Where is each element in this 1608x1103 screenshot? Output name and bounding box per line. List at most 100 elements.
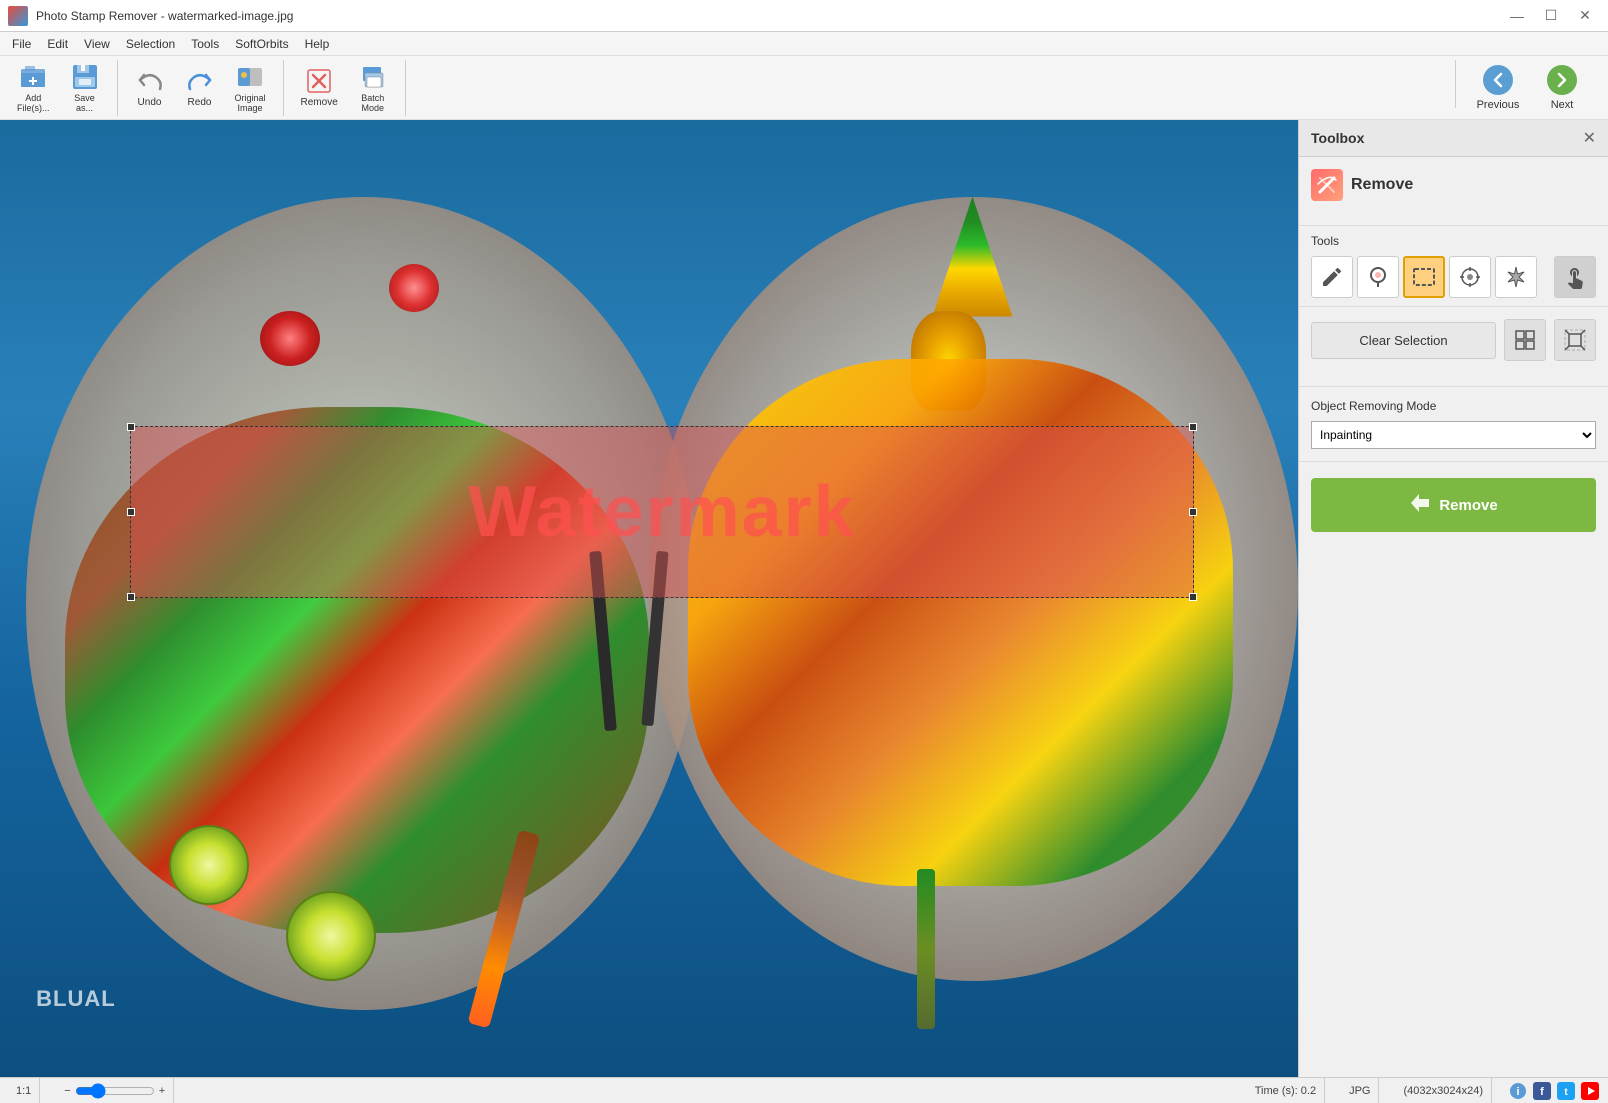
remove-tools-group: Remove BatchMode bbox=[292, 60, 406, 116]
canvas-area[interactable]: Watermark BLUAL bbox=[0, 120, 1298, 1077]
watermark-selection[interactable]: Watermark bbox=[130, 426, 1194, 598]
remove-section-icon bbox=[1311, 169, 1343, 201]
toolbox-panel: Toolbox ✕ Remove Tools bbox=[1298, 120, 1608, 1077]
food-image: Watermark BLUAL bbox=[0, 120, 1298, 1077]
previous-icon bbox=[1483, 65, 1513, 95]
facebook-button[interactable]: f bbox=[1532, 1081, 1552, 1101]
remove-toolbar-button[interactable]: Remove bbox=[292, 60, 347, 116]
original-image-icon bbox=[236, 63, 264, 91]
original-image-button[interactable]: OriginalImage bbox=[226, 60, 275, 116]
menu-view[interactable]: View bbox=[76, 32, 118, 55]
watermark-text: Watermark bbox=[468, 471, 856, 553]
dimensions-display: (4032x3024x24) bbox=[1395, 1078, 1492, 1103]
remove-action-label: Remove bbox=[1439, 497, 1497, 514]
status-icons: i f t bbox=[1508, 1081, 1600, 1101]
menu-tools[interactable]: Tools bbox=[183, 32, 227, 55]
window-title: Photo Stamp Remover - watermarked-image.… bbox=[36, 9, 1494, 23]
selection-handle-tr[interactable] bbox=[1189, 423, 1197, 431]
time-display: Time (s): 0.2 bbox=[1247, 1078, 1325, 1103]
toolbox-title: Toolbox bbox=[1311, 130, 1364, 146]
time-label: Time (s): 0.2 bbox=[1255, 1085, 1316, 1097]
brush-tool-button[interactable] bbox=[1357, 256, 1399, 298]
selection-handle-bl[interactable] bbox=[127, 593, 135, 601]
menu-bar: File Edit View Selection Tools SoftOrbit… bbox=[0, 32, 1608, 56]
file-tools-group: AddFile(s)... Saveas... bbox=[8, 60, 118, 116]
remove-btn-section: Remove bbox=[1299, 462, 1608, 548]
info-button[interactable]: i bbox=[1508, 1081, 1528, 1101]
remove-icon bbox=[305, 67, 333, 95]
tools-section-label: Tools bbox=[1311, 234, 1596, 248]
selection-area: Clear Selection bbox=[1299, 307, 1608, 387]
title-bar: Photo Stamp Remover - watermarked-image.… bbox=[0, 0, 1608, 32]
tools-grid bbox=[1311, 256, 1596, 298]
twitter-button[interactable]: t bbox=[1556, 1081, 1576, 1101]
remove-toolbar-label: Remove bbox=[301, 97, 338, 108]
zoom-minus-icon[interactable]: − bbox=[64, 1085, 70, 1097]
selection-handle-ml[interactable] bbox=[127, 508, 135, 516]
undo-button[interactable]: Undo bbox=[126, 60, 174, 116]
redo-label: Redo bbox=[188, 97, 212, 108]
remove-action-button[interactable]: Remove bbox=[1311, 478, 1596, 532]
pineapple-stem bbox=[917, 869, 935, 1029]
minimize-button[interactable]: — bbox=[1502, 6, 1532, 26]
menu-softorbits[interactable]: SoftOrbits bbox=[227, 32, 296, 55]
selection-handle-mr[interactable] bbox=[1189, 508, 1197, 516]
lime-left-2 bbox=[286, 891, 376, 981]
zoom-display: 1:1 bbox=[8, 1078, 40, 1103]
youtube-button[interactable] bbox=[1580, 1081, 1600, 1101]
expand-selection-button[interactable] bbox=[1504, 319, 1546, 361]
tomato-2 bbox=[389, 264, 439, 312]
shrink-selection-button[interactable] bbox=[1554, 319, 1596, 361]
menu-selection[interactable]: Selection bbox=[118, 32, 183, 55]
maximize-button[interactable]: ☐ bbox=[1536, 6, 1566, 26]
tomato-1 bbox=[260, 311, 320, 366]
smart-wand-tool-button[interactable] bbox=[1495, 256, 1537, 298]
close-button[interactable]: ✕ bbox=[1570, 6, 1600, 26]
remove-action-icon bbox=[1409, 492, 1431, 518]
add-files-label: AddFile(s)... bbox=[17, 93, 50, 113]
batch-mode-button[interactable]: BatchMode bbox=[349, 60, 397, 116]
zoom-slider[interactable] bbox=[75, 1083, 155, 1099]
remove-section: Remove bbox=[1299, 157, 1608, 226]
add-files-icon bbox=[19, 63, 47, 91]
magic-wand-tool-button[interactable] bbox=[1449, 256, 1491, 298]
previous-label: Previous bbox=[1477, 99, 1520, 111]
zoom-control[interactable]: − + bbox=[56, 1078, 174, 1103]
selection-handle-tl[interactable] bbox=[127, 423, 135, 431]
toolbox-close-button[interactable]: ✕ bbox=[1583, 128, 1596, 148]
main-content: Watermark BLUAL Toolbox ✕ Remove bbox=[0, 120, 1608, 1077]
original-image-label: OriginalImage bbox=[235, 93, 266, 113]
svg-text:i: i bbox=[1516, 1086, 1519, 1098]
svg-text:f: f bbox=[1540, 1086, 1544, 1098]
zoom-plus-icon[interactable]: + bbox=[159, 1085, 165, 1097]
tools-section: Tools bbox=[1299, 226, 1608, 307]
undo-icon bbox=[136, 67, 164, 95]
mode-section: Object Removing Mode Inpainting Smart Fi… bbox=[1299, 387, 1608, 462]
save-as-button[interactable]: Saveas... bbox=[61, 60, 109, 116]
stamp-tool-button[interactable] bbox=[1554, 256, 1596, 298]
remove-section-label: Remove bbox=[1351, 176, 1413, 194]
next-label: Next bbox=[1551, 99, 1574, 111]
window-controls: — ☐ ✕ bbox=[1502, 6, 1600, 26]
pencil-tool-button[interactable] bbox=[1311, 256, 1353, 298]
lime-left-1 bbox=[169, 825, 249, 905]
redo-button[interactable]: Redo bbox=[176, 60, 224, 116]
menu-help[interactable]: Help bbox=[297, 32, 338, 55]
selection-handle-br[interactable] bbox=[1189, 593, 1197, 601]
undo-label: Undo bbox=[138, 97, 162, 108]
next-icon bbox=[1547, 65, 1577, 95]
add-files-button[interactable]: AddFile(s)... bbox=[8, 60, 59, 116]
clear-selection-button[interactable]: Clear Selection bbox=[1311, 322, 1496, 359]
rect-select-tool-button[interactable] bbox=[1403, 256, 1445, 298]
mode-select[interactable]: Inpainting Smart Fill Background bbox=[1311, 421, 1596, 449]
previous-button[interactable]: Previous bbox=[1468, 60, 1528, 116]
brand-logo: BLUAL bbox=[26, 969, 126, 1029]
navigation-buttons: Previous Next bbox=[1455, 60, 1600, 116]
batch-mode-label: BatchMode bbox=[361, 93, 384, 113]
toolbar: AddFile(s)... Saveas... Undo Redo bbox=[0, 56, 1608, 120]
next-button[interactable]: Next bbox=[1532, 60, 1592, 116]
menu-file[interactable]: File bbox=[4, 32, 39, 55]
format-label: JPG bbox=[1349, 1085, 1370, 1097]
menu-edit[interactable]: Edit bbox=[39, 32, 76, 55]
mode-label: Object Removing Mode bbox=[1311, 399, 1596, 413]
